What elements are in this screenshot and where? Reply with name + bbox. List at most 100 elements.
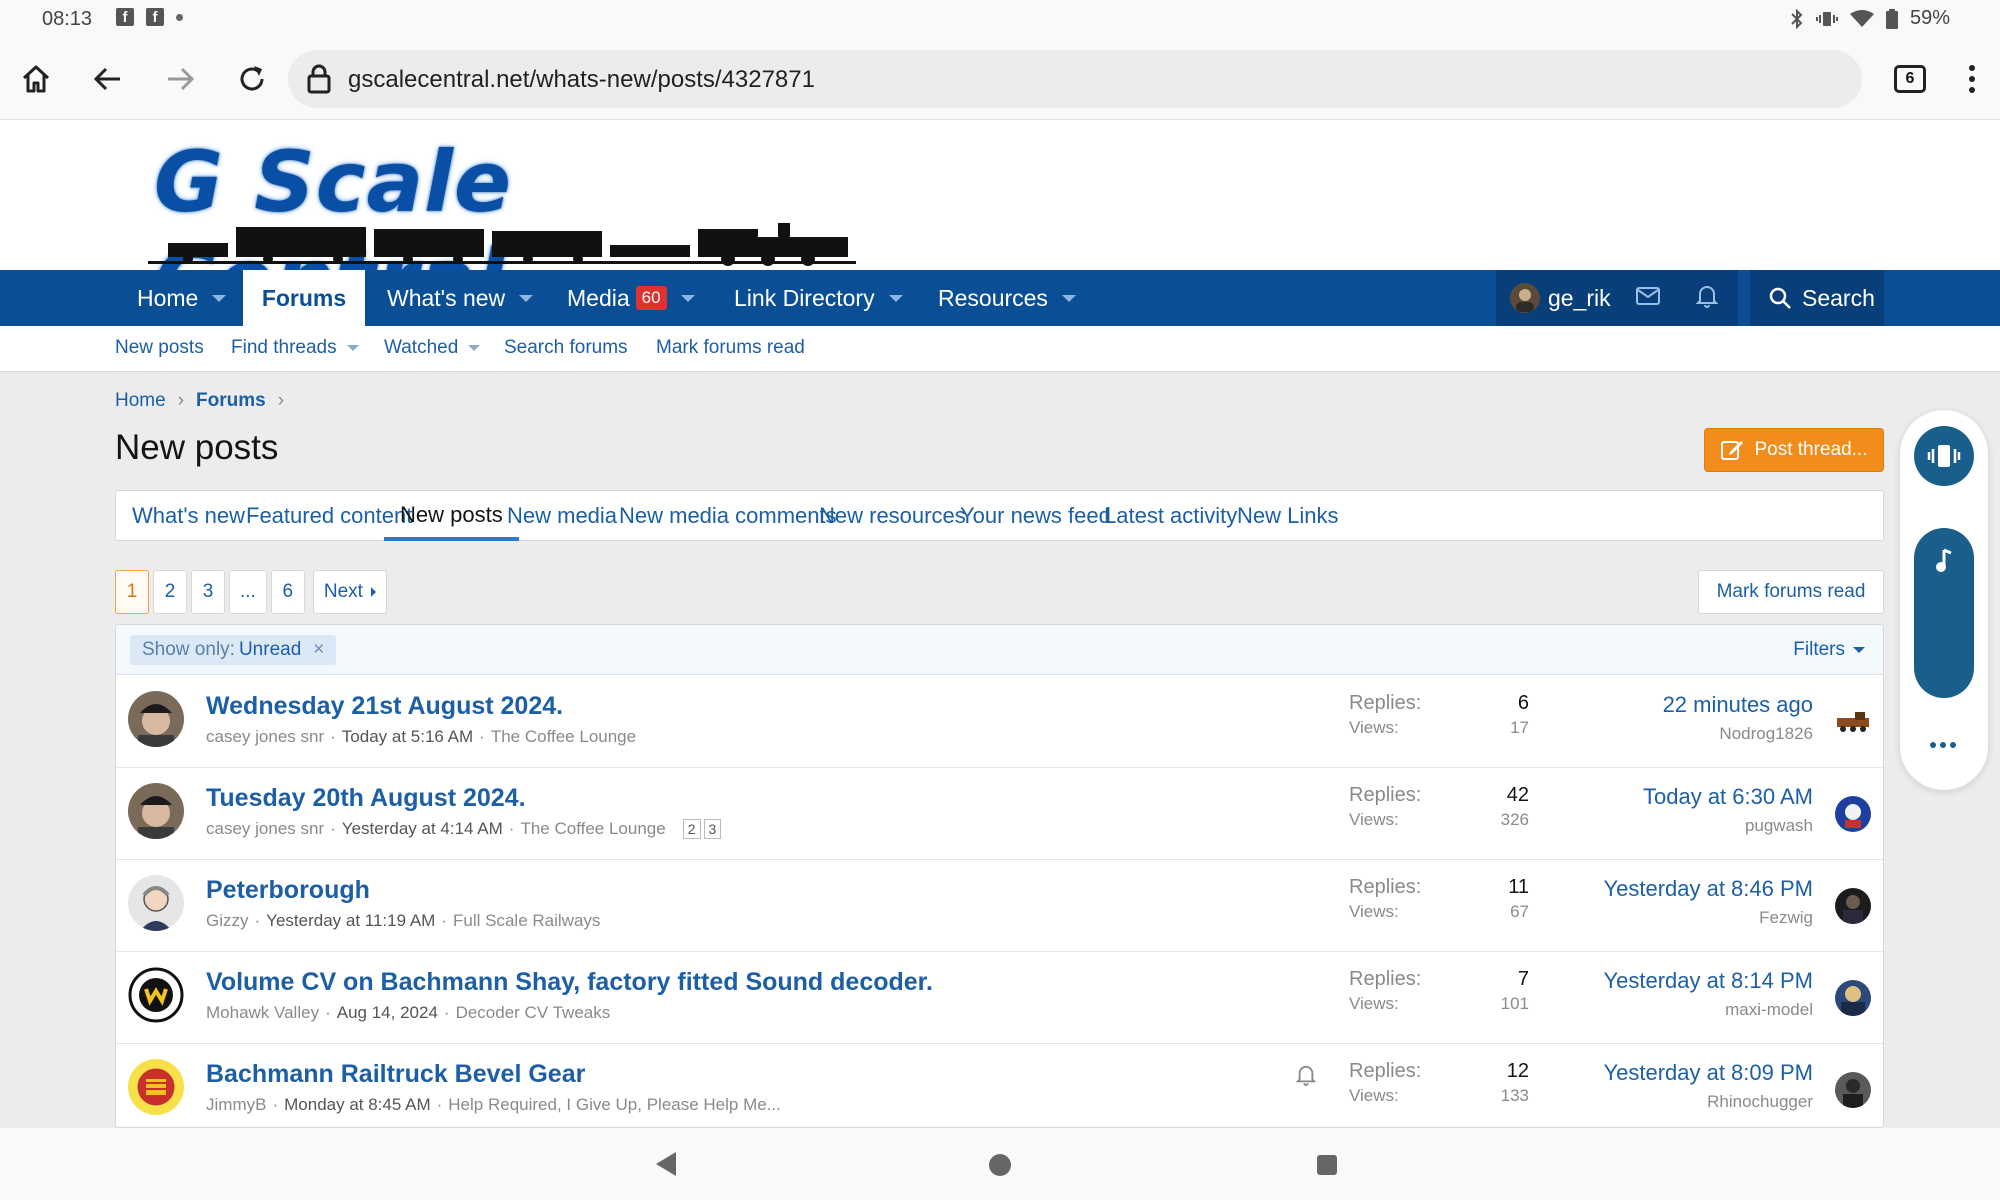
- post-thread-button[interactable]: Post thread...: [1704, 428, 1884, 472]
- last-post-time[interactable]: Yesterday at 8:46 PM: [1603, 876, 1813, 901]
- thread-start-date[interactable]: Monday at 8:45 AM: [284, 1095, 430, 1115]
- avatar[interactable]: [128, 875, 184, 931]
- chevron-down-icon[interactable]: [468, 345, 481, 351]
- subnav-watched[interactable]: Watched: [384, 337, 481, 359]
- chevron-down-icon[interactable]: [1061, 294, 1076, 302]
- browser-menu-button[interactable]: [1948, 55, 1996, 103]
- last-post-time[interactable]: Yesterday at 8:14 PM: [1603, 968, 1813, 993]
- home-button[interactable]: [12, 55, 60, 103]
- alerts-button[interactable]: [1695, 284, 1719, 314]
- account-menu[interactable]: ge_rik: [1510, 283, 1611, 313]
- media-volume-slider[interactable]: [1914, 528, 1974, 698]
- site-logo[interactable]: G Scale Central: [148, 133, 856, 329]
- nav-resources[interactable]: Resources: [938, 270, 1076, 326]
- avatar[interactable]: [128, 691, 184, 747]
- system-home-button[interactable]: [989, 1154, 1011, 1176]
- page-3-button[interactable]: 3: [191, 570, 225, 614]
- nav-link-directory[interactable]: Link Directory: [734, 270, 903, 326]
- thread-forum[interactable]: The Coffee Lounge: [520, 819, 665, 839]
- reload-button[interactable]: [228, 55, 276, 103]
- more-options-button[interactable]: [1930, 742, 1956, 748]
- filter-chip-label: Show only:: [142, 639, 235, 660]
- last-post-time[interactable]: Today at 6:30 AM: [1643, 784, 1813, 809]
- chevron-down-icon[interactable]: [346, 345, 359, 351]
- arrow-right-icon: [168, 67, 195, 91]
- subnav-find-threads-label: Find threads: [231, 337, 337, 358]
- thread-forum[interactable]: Full Scale Railways: [453, 911, 600, 931]
- tab-switcher-button[interactable]: 6: [1894, 65, 1926, 93]
- music-note-icon: [1936, 548, 1952, 572]
- nav-home[interactable]: Home: [137, 270, 227, 326]
- page-2-button[interactable]: 2: [153, 570, 187, 614]
- chevron-right-icon: [370, 587, 376, 597]
- last-poster-avatar[interactable]: [1835, 796, 1871, 832]
- last-post-user[interactable]: maxi-model: [1603, 1000, 1813, 1020]
- nav-forums[interactable]: Forums: [243, 270, 365, 326]
- address-bar[interactable]: gscalecentral.net/whats-new/posts/432787…: [288, 50, 1862, 108]
- thread-author[interactable]: casey jones snr: [206, 819, 324, 839]
- close-icon[interactable]: ×: [313, 639, 324, 661]
- thread-author[interactable]: casey jones snr: [206, 727, 324, 747]
- mark-forums-read-button[interactable]: Mark forums read: [1698, 570, 1884, 614]
- thread-title[interactable]: Peterborough: [206, 876, 370, 905]
- chevron-down-icon[interactable]: [680, 294, 695, 302]
- inbox-button[interactable]: [1636, 285, 1660, 312]
- nav-whats-new[interactable]: What's new: [387, 270, 534, 326]
- vibrate-mode-button[interactable]: [1914, 426, 1974, 486]
- avatar[interactable]: [128, 783, 184, 839]
- last-post-user[interactable]: Nodrog1826: [1663, 724, 1813, 744]
- forward-button[interactable]: [156, 55, 204, 103]
- page-title: New posts: [115, 428, 279, 467]
- thread-author[interactable]: Gizzy: [206, 911, 249, 931]
- chevron-down-icon[interactable]: [212, 294, 227, 302]
- tab-new-links[interactable]: New Links: [1221, 491, 1354, 541]
- bell-icon: [1695, 286, 1719, 308]
- filter-chip-unread[interactable]: Show only: Unread ×: [130, 635, 337, 665]
- next-page-button[interactable]: Next: [312, 570, 387, 614]
- page-1-button[interactable]: 1: [115, 570, 149, 614]
- thread-start-date[interactable]: Yesterday at 4:14 AM: [342, 819, 503, 839]
- thread-page-3-link[interactable]: 3: [703, 819, 722, 839]
- chevron-down-icon[interactable]: [519, 294, 534, 302]
- avatar[interactable]: [128, 1059, 184, 1115]
- search-button[interactable]: Search: [1750, 270, 1884, 326]
- last-poster-avatar[interactable]: [1835, 704, 1871, 740]
- last-post-user[interactable]: Fezwig: [1603, 908, 1813, 928]
- subnav-new-posts[interactable]: New posts: [115, 337, 204, 359]
- thread-page-2-link[interactable]: 2: [682, 819, 701, 839]
- chevron-down-icon[interactable]: [888, 294, 903, 302]
- breadcrumb-forums[interactable]: Forums: [196, 390, 266, 412]
- last-poster-avatar[interactable]: [1835, 980, 1871, 1016]
- page-jump-button[interactable]: ...: [229, 570, 267, 614]
- thread-forum[interactable]: The Coffee Lounge: [491, 727, 636, 747]
- system-navigation-bar: [0, 1128, 2000, 1200]
- subnav-mark-forums-read[interactable]: Mark forums read: [656, 337, 805, 359]
- thread-title[interactable]: Volume CV on Bachmann Shay, factory fitt…: [206, 968, 933, 997]
- subnav-search-forums[interactable]: Search forums: [504, 337, 628, 359]
- last-poster-avatar[interactable]: [1835, 888, 1871, 924]
- last-post-user[interactable]: Rhinochugger: [1603, 1092, 1813, 1112]
- thread-title[interactable]: Bachmann Railtruck Bevel Gear: [206, 1060, 585, 1089]
- thread-author[interactable]: JimmyB: [206, 1095, 266, 1115]
- avatar[interactable]: [128, 967, 184, 1023]
- last-post-time[interactable]: 22 minutes ago: [1663, 692, 1813, 717]
- subnav-find-threads[interactable]: Find threads: [231, 337, 359, 359]
- system-recents-button[interactable]: [1317, 1155, 1337, 1175]
- last-post-user[interactable]: pugwash: [1643, 816, 1813, 836]
- breadcrumb-home[interactable]: Home: [115, 390, 166, 412]
- thread-start-date[interactable]: Aug 14, 2024: [337, 1003, 438, 1023]
- last-poster-avatar[interactable]: [1835, 1072, 1871, 1108]
- page-6-button[interactable]: 6: [270, 570, 305, 614]
- thread-forum[interactable]: Help Required, I Give Up, Please Help Me…: [448, 1095, 781, 1115]
- last-post-time[interactable]: Yesterday at 8:09 PM: [1603, 1060, 1813, 1085]
- thread-start-date[interactable]: Yesterday at 11:19 AM: [266, 911, 435, 931]
- nav-media[interactable]: Media 60: [567, 270, 695, 326]
- thread-forum[interactable]: Decoder CV Tweaks: [456, 1003, 611, 1023]
- thread-start-date[interactable]: Today at 5:16 AM: [342, 727, 473, 747]
- thread-title[interactable]: Wednesday 21st August 2024.: [206, 692, 563, 721]
- back-button[interactable]: [84, 55, 132, 103]
- thread-author[interactable]: Mohawk Valley: [206, 1003, 319, 1023]
- filters-menu-button[interactable]: Filters: [1793, 639, 1865, 661]
- thread-title[interactable]: Tuesday 20th August 2024.: [206, 784, 526, 813]
- system-back-button[interactable]: [656, 1152, 676, 1176]
